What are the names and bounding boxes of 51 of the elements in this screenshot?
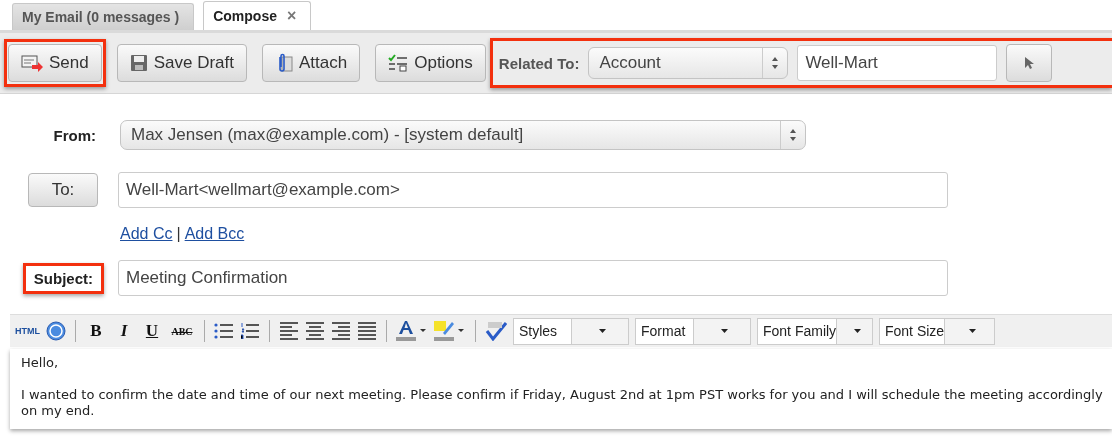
up-down-arrows-icon — [771, 56, 780, 70]
from-select[interactable]: Max Jensen (max@example.com) - [system default] — [120, 120, 806, 150]
send-button[interactable]: Send — [8, 44, 102, 82]
spellcheck-icon — [485, 321, 507, 341]
up-down-arrows-icon — [789, 128, 797, 142]
bold-button[interactable]: B — [85, 321, 107, 341]
field-label: From: — [53, 126, 96, 144]
to-field[interactable]: Well-Mart<wellmart@example.com> — [118, 172, 948, 208]
message-body[interactable]: Hello, I wanted to confirm the date and time of our next meeting. Please confirm if Friday, August 2nd at 1pm PST works for you and I will schedule the meeting accordingly on my end. — [10, 349, 1112, 429]
caret-icon — [598, 329, 606, 333]
dropdown[interactable]: Format — [635, 317, 751, 345]
save-draft-button[interactable]: Save Draft — [116, 44, 247, 82]
text-color-icon — [396, 320, 428, 342]
tab[interactable]: My Email (0 messages ) — [12, 3, 195, 30]
link[interactable]: Add Cc — [120, 225, 173, 243]
link-separator: | — [176, 225, 181, 243]
select-record-button[interactable] — [1006, 44, 1053, 82]
module-select[interactable]: Account — [588, 47, 789, 79]
link[interactable]: Add Bcc — [184, 225, 245, 243]
options-button[interactable]: Options — [375, 44, 486, 82]
field-label: Subject: — [22, 262, 104, 294]
dropdown[interactable]: Font Family — [757, 317, 873, 345]
dropdown[interactable]: Styles — [513, 317, 629, 345]
envelope-arrow-icon — [21, 54, 43, 72]
help-icon — [46, 321, 66, 341]
underline-button[interactable]: U — [141, 321, 163, 341]
html-button[interactable]: HTML — [15, 326, 40, 336]
caret-icon — [968, 329, 976, 333]
align-center-icon — [305, 322, 325, 340]
paragraph: I wanted to confirm the date and time of our next meeting. Please confirm if Friday, August 2nd at 1pm PST works for you and I will schedule the meeting accordingly on my end. — [21, 387, 1104, 419]
highlight-color-icon — [434, 320, 466, 342]
paragraph: Hello, — [21, 355, 60, 371]
subject-field[interactable]: Meeting Confirmation — [118, 260, 948, 296]
caret-icon — [720, 329, 728, 333]
caret-icon — [853, 329, 861, 333]
bullet-list-icon — [214, 323, 234, 339]
record-field[interactable]: Well-Mart — [797, 45, 998, 81]
attach-button[interactable]: Attach — [262, 44, 361, 82]
strikethrough-button[interactable]: ABC — [169, 325, 195, 337]
checklist-icon — [388, 54, 409, 72]
numbered-list-icon — [240, 323, 260, 339]
align-left-icon — [279, 322, 299, 340]
italic-button[interactable]: I — [113, 321, 135, 341]
tab[interactable]: Compose × — [203, 1, 312, 30]
pointer-icon — [1024, 56, 1035, 70]
field-label: Related To: — [498, 54, 580, 72]
dropdown[interactable]: Font Size — [879, 317, 995, 345]
align-right-icon — [331, 322, 351, 340]
to-button[interactable]: To: — [28, 173, 98, 207]
justify-icon — [357, 322, 377, 340]
close-icon[interactable]: × — [287, 7, 297, 25]
